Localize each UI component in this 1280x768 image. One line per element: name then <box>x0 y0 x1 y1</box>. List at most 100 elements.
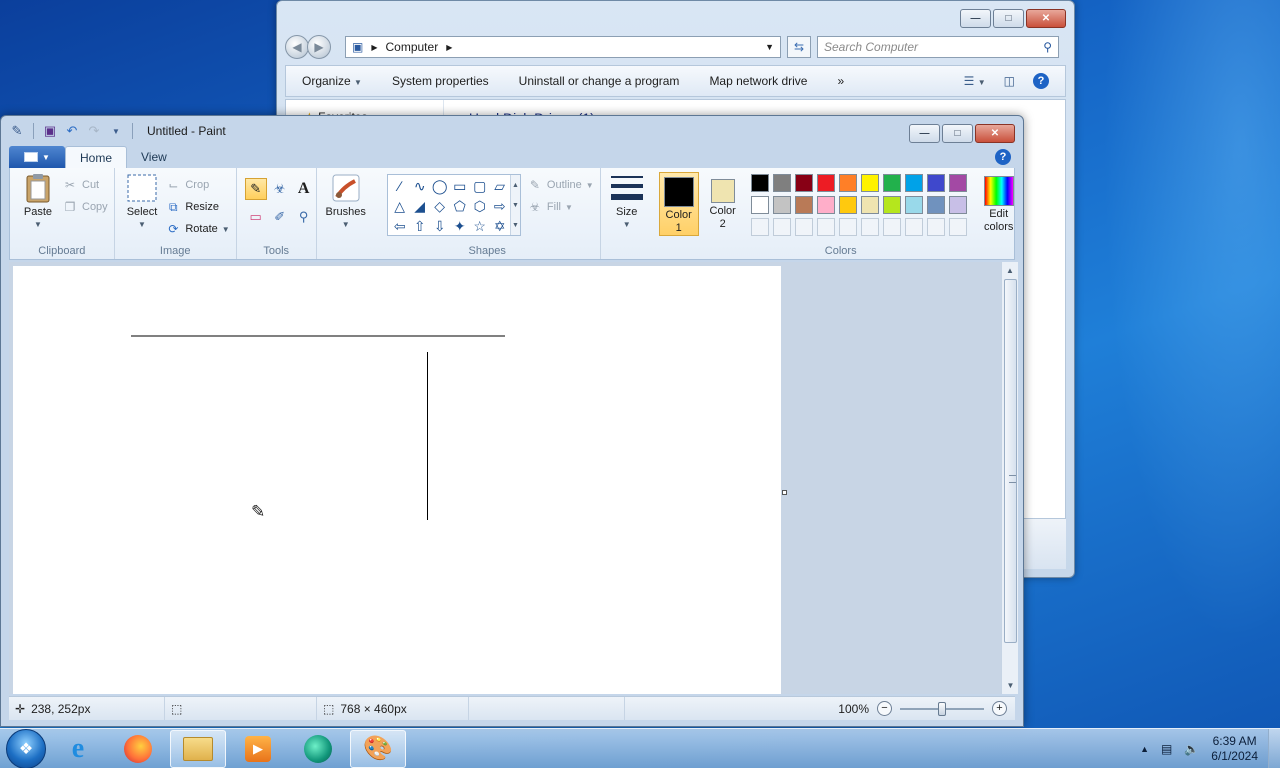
custom-color-slot[interactable] <box>750 218 769 236</box>
palette-swatch[interactable] <box>926 174 945 192</box>
curve-shape-icon[interactable]: ∿ <box>410 176 430 196</box>
scroll-up-icon[interactable]: ▲ <box>1002 262 1018 279</box>
five-point-star-shape-icon[interactable]: ☆ <box>470 216 490 236</box>
palette-swatch[interactable] <box>882 196 901 214</box>
palette-swatch[interactable] <box>860 174 879 192</box>
minimize-button[interactable]: — <box>909 124 940 143</box>
search-input[interactable]: Search Computer ⚲ <box>817 36 1059 58</box>
palette-swatch[interactable] <box>904 174 923 192</box>
taskbar-media-player[interactable]: ▶ <box>230 730 286 768</box>
palette-swatch[interactable] <box>838 174 857 192</box>
select-button[interactable]: Select ▼ <box>121 172 164 240</box>
palette-swatch[interactable] <box>882 174 901 192</box>
brushes-button[interactable]: Brushes ▼ <box>323 172 369 229</box>
palette-swatch[interactable] <box>904 196 923 214</box>
back-button[interactable]: ◀ <box>285 35 309 59</box>
preview-pane-icon[interactable]: ◫ <box>1004 74 1015 88</box>
volume-muted-icon[interactable]: 🔈 <box>1184 742 1199 756</box>
diamond-shape-icon[interactable]: ◇ <box>430 196 450 216</box>
chevron-down-icon[interactable]: ▼ <box>765 42 774 52</box>
taskbar-firefox[interactable] <box>110 730 166 768</box>
show-desktop-button[interactable] <box>1268 729 1280 768</box>
more-commands-button[interactable]: » <box>837 74 844 88</box>
six-point-star-shape-icon[interactable]: ✡ <box>490 216 510 236</box>
palette-swatch[interactable] <box>794 174 813 192</box>
magnifier-icon[interactable]: ⚲ <box>293 206 315 228</box>
view-options-icon[interactable]: ☰ ▼ <box>964 74 986 88</box>
eraser-icon[interactable]: ▭ <box>245 206 267 228</box>
tab-view[interactable]: View <box>127 146 181 168</box>
crop-button[interactable]: ⌙ Crop <box>165 174 229 196</box>
taskbar-paint[interactable]: 🎨 <box>350 729 406 768</box>
zoom-slider-knob[interactable] <box>938 701 946 716</box>
rounded-rectangle-shape-icon[interactable]: ▢ <box>470 176 490 196</box>
customize-qat-icon[interactable]: ▼ <box>108 123 124 139</box>
save-icon[interactable]: ▣ <box>42 123 58 139</box>
down-arrow-shape-icon[interactable]: ⇩ <box>430 216 450 236</box>
right-arrow-shape-icon[interactable]: ⇨ <box>490 196 510 216</box>
close-button[interactable]: ✕ <box>1026 9 1066 28</box>
drawing-canvas[interactable]: ✎ <box>13 266 781 694</box>
line-shape-icon[interactable]: ∕ <box>390 176 410 196</box>
redo-icon[interactable]: ↷ <box>86 123 102 139</box>
up-arrow-shape-icon[interactable]: ⇧ <box>410 216 430 236</box>
color-picker-icon[interactable]: ✐ <box>269 206 291 228</box>
custom-color-slot[interactable] <box>794 218 813 236</box>
zoom-out-icon[interactable]: − <box>877 701 892 716</box>
zoom-slider[interactable] <box>900 701 984 716</box>
close-button[interactable]: ✕ <box>975 124 1015 143</box>
custom-color-slot[interactable] <box>816 218 835 236</box>
four-point-star-shape-icon[interactable]: ✦ <box>450 216 470 236</box>
outline-button[interactable]: ✎ Outline ▼ <box>527 174 594 196</box>
palette-swatch[interactable] <box>816 196 835 214</box>
system-properties-button[interactable]: System properties <box>392 74 489 88</box>
start-button[interactable]: ❖ <box>6 728 46 768</box>
canvas-resize-handle[interactable] <box>782 490 787 495</box>
edit-colors-button[interactable]: Edit colors <box>975 172 1023 236</box>
forward-button[interactable]: ▶ <box>307 35 331 59</box>
cut-button[interactable]: ✂ Cut <box>62 174 108 196</box>
hexagon-shape-icon[interactable]: ⬡ <box>470 196 490 216</box>
polygon-shape-icon[interactable]: ▱ <box>490 176 510 196</box>
triangle-shape-icon[interactable]: △ <box>390 196 410 216</box>
color-1-button[interactable]: Color 1 <box>658 172 699 236</box>
palette-swatch[interactable] <box>838 196 857 214</box>
oval-shape-icon[interactable]: ◯ <box>430 176 450 196</box>
scroll-thumb[interactable] <box>1004 279 1017 643</box>
custom-color-slot[interactable] <box>904 218 923 236</box>
custom-color-slot[interactable] <box>772 218 791 236</box>
resize-button[interactable]: ⧉ Resize <box>165 196 229 218</box>
zoom-in-icon[interactable]: + <box>992 701 1007 716</box>
scroll-down-icon[interactable]: ▼ <box>1002 677 1019 694</box>
vertical-scrollbar[interactable]: ▲ ▼ <box>1001 262 1018 694</box>
text-tool-icon[interactable]: A <box>293 178 315 200</box>
network-icon[interactable]: ▤ <box>1161 742 1172 756</box>
refresh-button[interactable]: ⇆ <box>787 36 811 58</box>
custom-color-slot[interactable] <box>926 218 945 236</box>
palette-swatch[interactable] <box>948 196 967 214</box>
paint-menu-button[interactable]: ▼ <box>9 146 65 168</box>
taskbar-file-explorer[interactable] <box>170 729 226 768</box>
taskbar-internet-explorer[interactable]: e <box>50 730 106 768</box>
maximize-button[interactable]: □ <box>993 9 1024 28</box>
shapes-scroll[interactable]: ▲ ▼ ▼ <box>509 175 520 235</box>
organize-button[interactable]: Organize ▼ <box>302 74 362 88</box>
palette-swatch[interactable] <box>772 174 791 192</box>
left-arrow-shape-icon[interactable]: ⇦ <box>390 216 410 236</box>
paint-app-icon[interactable]: ✎ <box>9 123 25 139</box>
map-network-drive-button[interactable]: Map network drive <box>709 74 807 88</box>
show-hidden-icons-icon[interactable]: ▲ <box>1140 744 1149 754</box>
palette-swatch[interactable] <box>860 196 879 214</box>
copy-button[interactable]: ❐ Copy <box>62 196 108 218</box>
color-2-button[interactable]: Color 2 <box>703 172 743 236</box>
pentagon-shape-icon[interactable]: ⬠ <box>450 196 470 216</box>
palette-swatch[interactable] <box>948 174 967 192</box>
rotate-button[interactable]: ⟳ Rotate ▼ <box>165 218 229 240</box>
fill-bucket-icon[interactable]: ☣ <box>269 178 291 200</box>
rectangle-shape-icon[interactable]: ▭ <box>450 176 470 196</box>
size-button[interactable]: Size ▼ <box>607 172 647 229</box>
palette-swatch[interactable] <box>772 196 791 214</box>
palette-swatch[interactable] <box>750 174 769 192</box>
minimize-button[interactable]: — <box>960 9 991 28</box>
palette-swatch[interactable] <box>794 196 813 214</box>
